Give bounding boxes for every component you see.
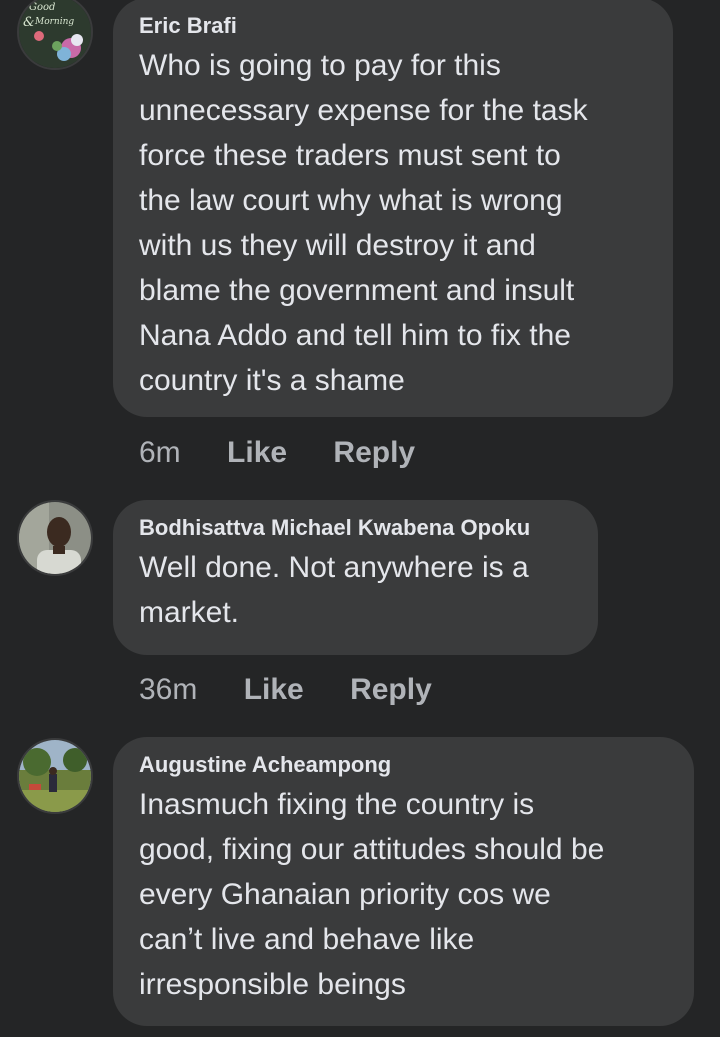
avatar[interactable] [17,738,93,814]
reply-button[interactable]: Reply [333,435,415,471]
comment-text: Well done. Not anywhere is a market. [139,551,529,629]
comment-text: Inasmuch fixing the country is good, fix… [139,788,605,1001]
comment-timestamp[interactable]: 6m [139,435,181,471]
comment-bubble: Augustine Acheampong Inasmuch fixing the… [113,737,694,1026]
comment-author[interactable]: Eric Brafi [139,12,647,40]
avatar[interactable]: Good & Morning [17,0,93,70]
svg-text:Good: Good [29,2,55,13]
comment-author[interactable]: Bodhisattva Michael Kwabena Opoku [139,514,572,542]
avatar[interactable] [17,500,93,576]
comment-bubble: Bodhisattva Michael Kwabena Opoku Well d… [113,500,598,655]
comment-actions: 6m Like Reply [139,435,453,471]
good-morning-flowers-icon: Good & Morning [19,0,91,68]
svg-text:&: & [23,15,35,30]
man-portrait-icon [19,502,91,574]
svg-text:Morning: Morning [34,17,74,27]
outdoor-landscape-icon [19,740,91,812]
comment-actions: 36m Like Reply [139,672,470,708]
like-button[interactable]: Like [244,672,304,708]
reply-button[interactable]: Reply [350,672,432,708]
comment-bubble: Eric Brafi Who is going to pay for this … [113,0,673,417]
comment-timestamp[interactable]: 36m [139,672,197,708]
comment-text: Who is going to pay for this unnecessary… [139,49,588,397]
comment-author[interactable]: Augustine Acheampong [139,751,668,779]
like-button[interactable]: Like [227,435,287,471]
